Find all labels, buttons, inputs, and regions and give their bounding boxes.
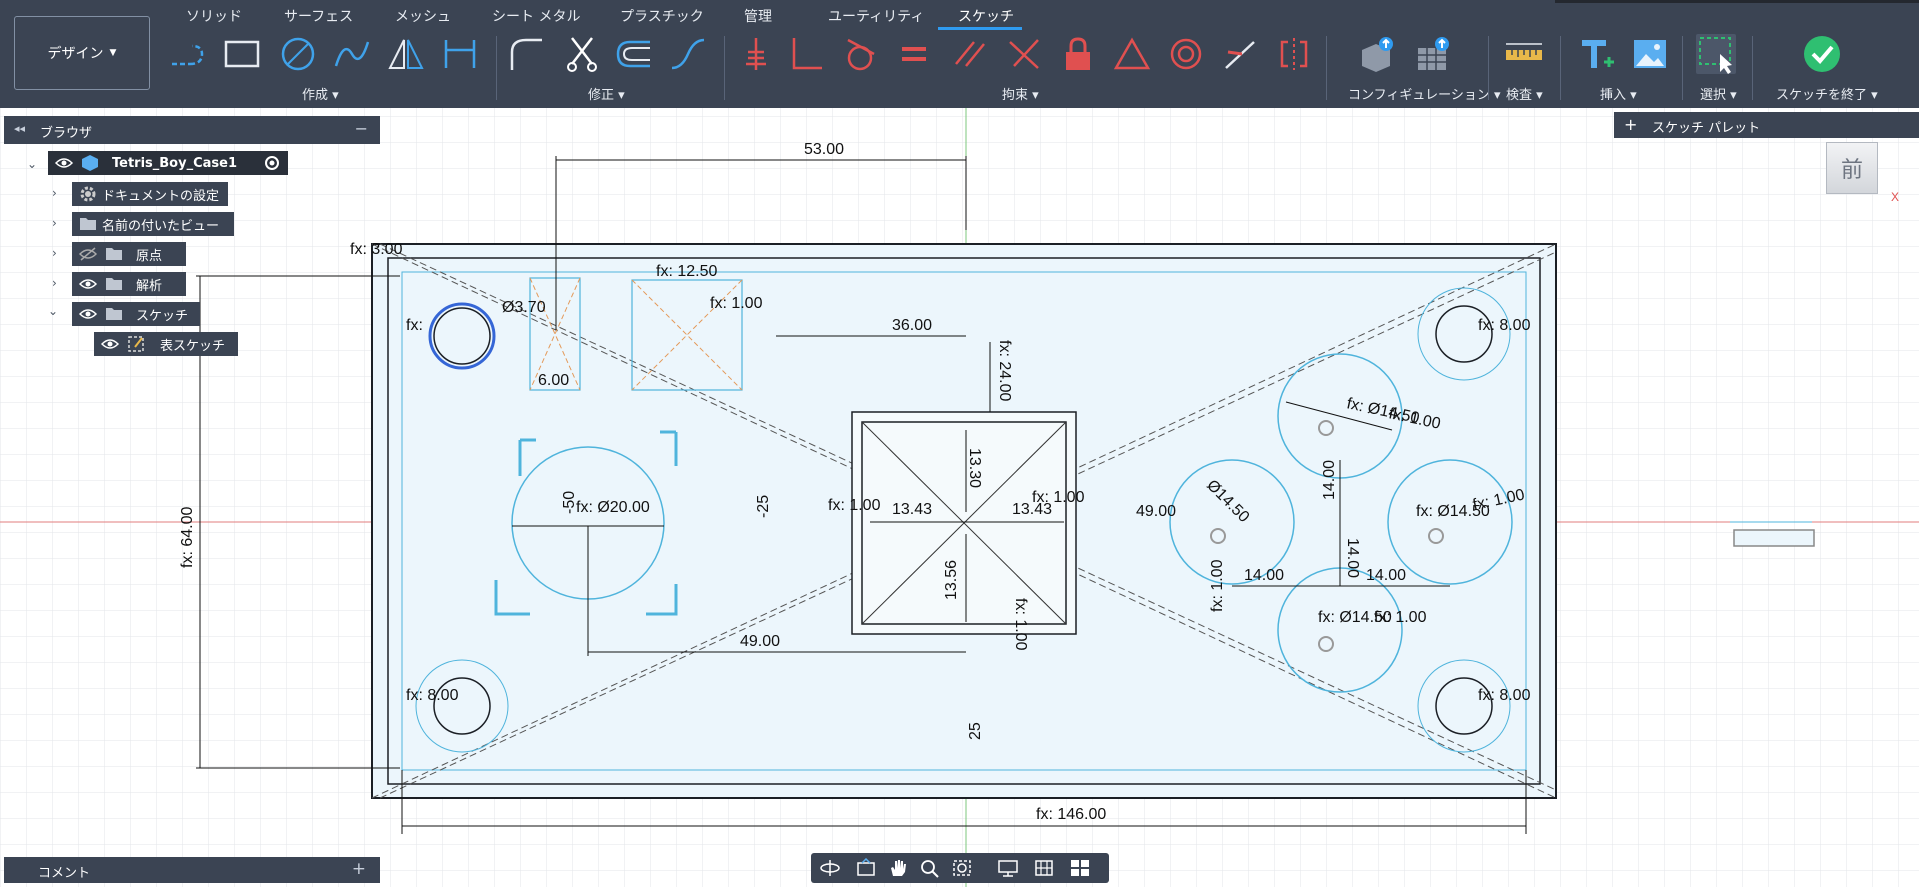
view-cube[interactable]: 前 [1826,142,1878,194]
dim-m50: -50 [561,491,578,514]
eye-icon[interactable] [76,304,100,324]
dim-13-30[interactable]: 13.30 [966,448,983,488]
comment-panel[interactable]: コメント + [4,857,380,883]
item-label: 解析 [136,278,163,294]
chevron-right-icon[interactable]: › [52,246,57,260]
collapse-panel-icon[interactable]: ◂◂ [14,122,25,135]
dim-14b[interactable]: 14.00 [1366,567,1406,584]
grid-settings-icon[interactable] [1033,858,1055,878]
dim-14a[interactable]: 14.00 [1244,567,1284,584]
sketch-palette-title: スケッチ パレット [1652,121,1761,136]
dim-36[interactable]: 36.00 [892,317,932,334]
dim-fx-64[interactable]: fx: 64.00 [179,507,196,568]
dim-14c[interactable]: 14.00 [1321,460,1338,500]
browser-title: ブラウザ [40,126,93,141]
eye-hidden-icon[interactable] [76,244,100,264]
eye-icon[interactable] [76,274,100,294]
dim-fx-3-00[interactable]: fx: 3.00 [350,241,403,258]
sketch-palette-header[interactable]: + スケッチ パレット [1614,112,1919,138]
item-label: スケッチ [136,308,189,324]
dim-fx-12-50[interactable]: fx: 12.50 [656,263,717,280]
expand-icon[interactable]: + [1624,115,1637,134]
minimize-icon[interactable]: − [355,119,368,138]
dim-49a[interactable]: 49.00 [740,633,780,650]
browser-item-sketches[interactable]: スケッチ [72,302,200,326]
folder-icon [102,244,126,264]
chevron-down-icon[interactable]: ⌄ [27,157,37,171]
dim-13-43a[interactable]: 13.43 [892,501,932,518]
orbit-icon[interactable] [819,858,841,878]
gear-icon [76,184,100,204]
side-slot[interactable] [1733,529,1815,547]
dim-fx-1-00f[interactable]: fx: 1.00 [1374,609,1427,626]
dim-fx-1-00d[interactable]: fx: 1.00 [1012,598,1029,651]
chevron-right-icon[interactable]: › [52,186,57,200]
browser-item-analysis[interactable]: 解析 [72,272,186,296]
folder-icon [102,274,126,294]
dim-6[interactable]: 6.00 [538,372,569,389]
browser-panel-header[interactable]: ◂◂ ブラウザ − [4,116,380,144]
eye-icon[interactable] [98,334,122,354]
eye-icon[interactable] [52,153,76,173]
browser-item-sketch[interactable]: 表スケッチ [94,332,238,356]
dim-49b[interactable]: 49.00 [1136,503,1176,520]
dim-fx-8b[interactable]: fx: 8.00 [406,687,459,704]
item-label: 表スケッチ [160,338,226,354]
dim-fx-24[interactable]: fx: 24.00 [996,340,1013,401]
dim-fx-8c[interactable]: fx: 8.00 [1478,687,1531,704]
dim-fx-a[interactable]: fx: [406,317,423,334]
comment-label: コメント [38,866,91,881]
folder-icon [76,214,100,234]
zoom-icon[interactable] [919,858,941,878]
dim-13-56[interactable]: 13.56 [943,560,960,600]
radio-active-icon[interactable] [260,153,284,173]
dim-m25: -25 [755,495,772,518]
dim-fx-d20[interactable]: fx: Ø20.00 [576,499,650,516]
chevron-right-icon[interactable]: › [52,216,57,230]
dim-fx-1-00b[interactable]: fx: 1.00 [828,497,881,514]
viewports-icon[interactable] [1069,858,1091,878]
browser-item-origin[interactable]: 原点 [72,242,186,266]
chevron-right-icon[interactable]: › [52,276,57,290]
display-settings-icon[interactable] [997,858,1019,878]
fit-window-icon[interactable] [951,858,973,878]
x-axis-label: X [1891,190,1900,204]
dim-d3-70[interactable]: Ø3.70 [502,299,546,316]
browser-root-item[interactable]: Tetris_Boy_Case1 [48,151,288,175]
chevron-down-icon[interactable]: ⌄ [48,304,58,318]
view-cube-face: 前 [1840,158,1863,183]
sketch-icon [124,334,148,354]
dim-fx-1-00a[interactable]: fx: 1.00 [710,295,763,312]
dim-53[interactable]: 53.00 [804,141,844,158]
dim-fx-8a[interactable]: fx: 8.00 [1478,317,1531,334]
dim-fx-146[interactable]: fx: 146.00 [1036,806,1106,823]
item-label: ドキュメントの設定 [102,188,220,204]
dim-25: 25 [967,722,984,740]
item-label: 原点 [136,248,163,264]
root-label: Tetris_Boy_Case1 [112,155,238,171]
dim-fx-1-00c[interactable]: fx: 1.00 [1032,489,1085,506]
look-at-icon[interactable] [855,858,877,878]
add-comment-icon[interactable]: + [352,859,366,879]
browser-item-document-settings[interactable]: ドキュメントの設定 [72,182,228,206]
pan-hand-icon[interactable] [887,858,909,878]
folder-icon [102,304,126,324]
component-icon [78,153,102,173]
browser-item-named-views[interactable]: 名前の付いたビュー [72,212,234,236]
dim-fx-1-00e[interactable]: fx: 1.00 [1209,559,1226,612]
dim-14d[interactable]: 14.00 [1344,538,1361,578]
item-label: 名前の付いたビュー [102,218,220,234]
navigation-bar [811,853,1109,883]
